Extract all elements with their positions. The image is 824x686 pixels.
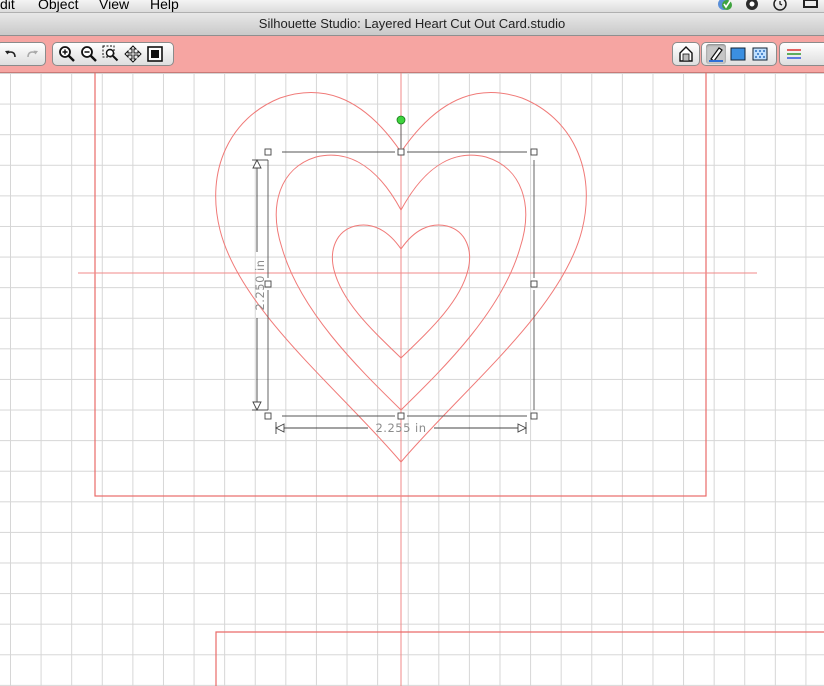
- display-icon[interactable]: [802, 0, 820, 12]
- menu-view[interactable]: View: [99, 0, 129, 12]
- fill-color-icon[interactable]: [728, 44, 748, 64]
- resize-handle-bottom-right[interactable]: [530, 412, 538, 420]
- design-page-icon[interactable]: [677, 44, 695, 64]
- fill-tools-group: [701, 42, 777, 66]
- activity-status-icon[interactable]: [745, 0, 759, 12]
- design-artwork: 2.250 in 2.255 in: [78, 73, 824, 686]
- resize-handle-top[interactable]: [397, 148, 405, 156]
- menu-object[interactable]: Object: [38, 0, 78, 12]
- width-dimension-label: 2.255 in: [375, 421, 426, 435]
- zoom-selection-icon[interactable]: [101, 44, 121, 64]
- zoom-tools-group: [52, 42, 174, 66]
- resize-handle-top-right[interactable]: [530, 148, 538, 156]
- window-titlebar[interactable]: Silhouette Studio: Layered Heart Cut Out…: [0, 13, 824, 36]
- page-setup-group: [672, 42, 700, 66]
- design-canvas[interactable]: 2.250 in 2.255 in: [0, 73, 824, 686]
- menu-help[interactable]: Help: [150, 0, 179, 12]
- height-dimension-label: 2.250 in: [253, 259, 267, 310]
- zoom-in-icon[interactable]: [57, 44, 77, 64]
- resize-handle-top-left[interactable]: [264, 148, 272, 156]
- toolbar: [0, 36, 824, 73]
- pan-icon[interactable]: [123, 44, 143, 64]
- zoom-out-icon[interactable]: [79, 44, 99, 64]
- redo-icon[interactable]: [22, 44, 41, 64]
- line-style-group: [779, 42, 824, 66]
- fit-to-page-icon[interactable]: [145, 44, 165, 64]
- line-color-icon[interactable]: [706, 44, 726, 64]
- menu-edit[interactable]: dit: [0, 0, 15, 12]
- window-title: Silhouette Studio: Layered Heart Cut Out…: [258, 16, 566, 31]
- second-page-border: [215, 631, 824, 686]
- sync-status-icon[interactable]: [716, 0, 736, 12]
- undo-redo-group: [0, 42, 46, 66]
- resize-handle-right[interactable]: [530, 280, 538, 288]
- fill-pattern-icon[interactable]: [750, 44, 770, 64]
- time-machine-icon[interactable]: [772, 0, 788, 12]
- rotate-handle[interactable]: [396, 115, 406, 125]
- menu-bar: dit Object View Help: [0, 0, 824, 13]
- resize-handle-bottom[interactable]: [397, 412, 405, 420]
- line-style-icon[interactable]: [784, 44, 804, 64]
- resize-handle-bottom-left[interactable]: [264, 412, 272, 420]
- undo-icon[interactable]: [1, 44, 20, 64]
